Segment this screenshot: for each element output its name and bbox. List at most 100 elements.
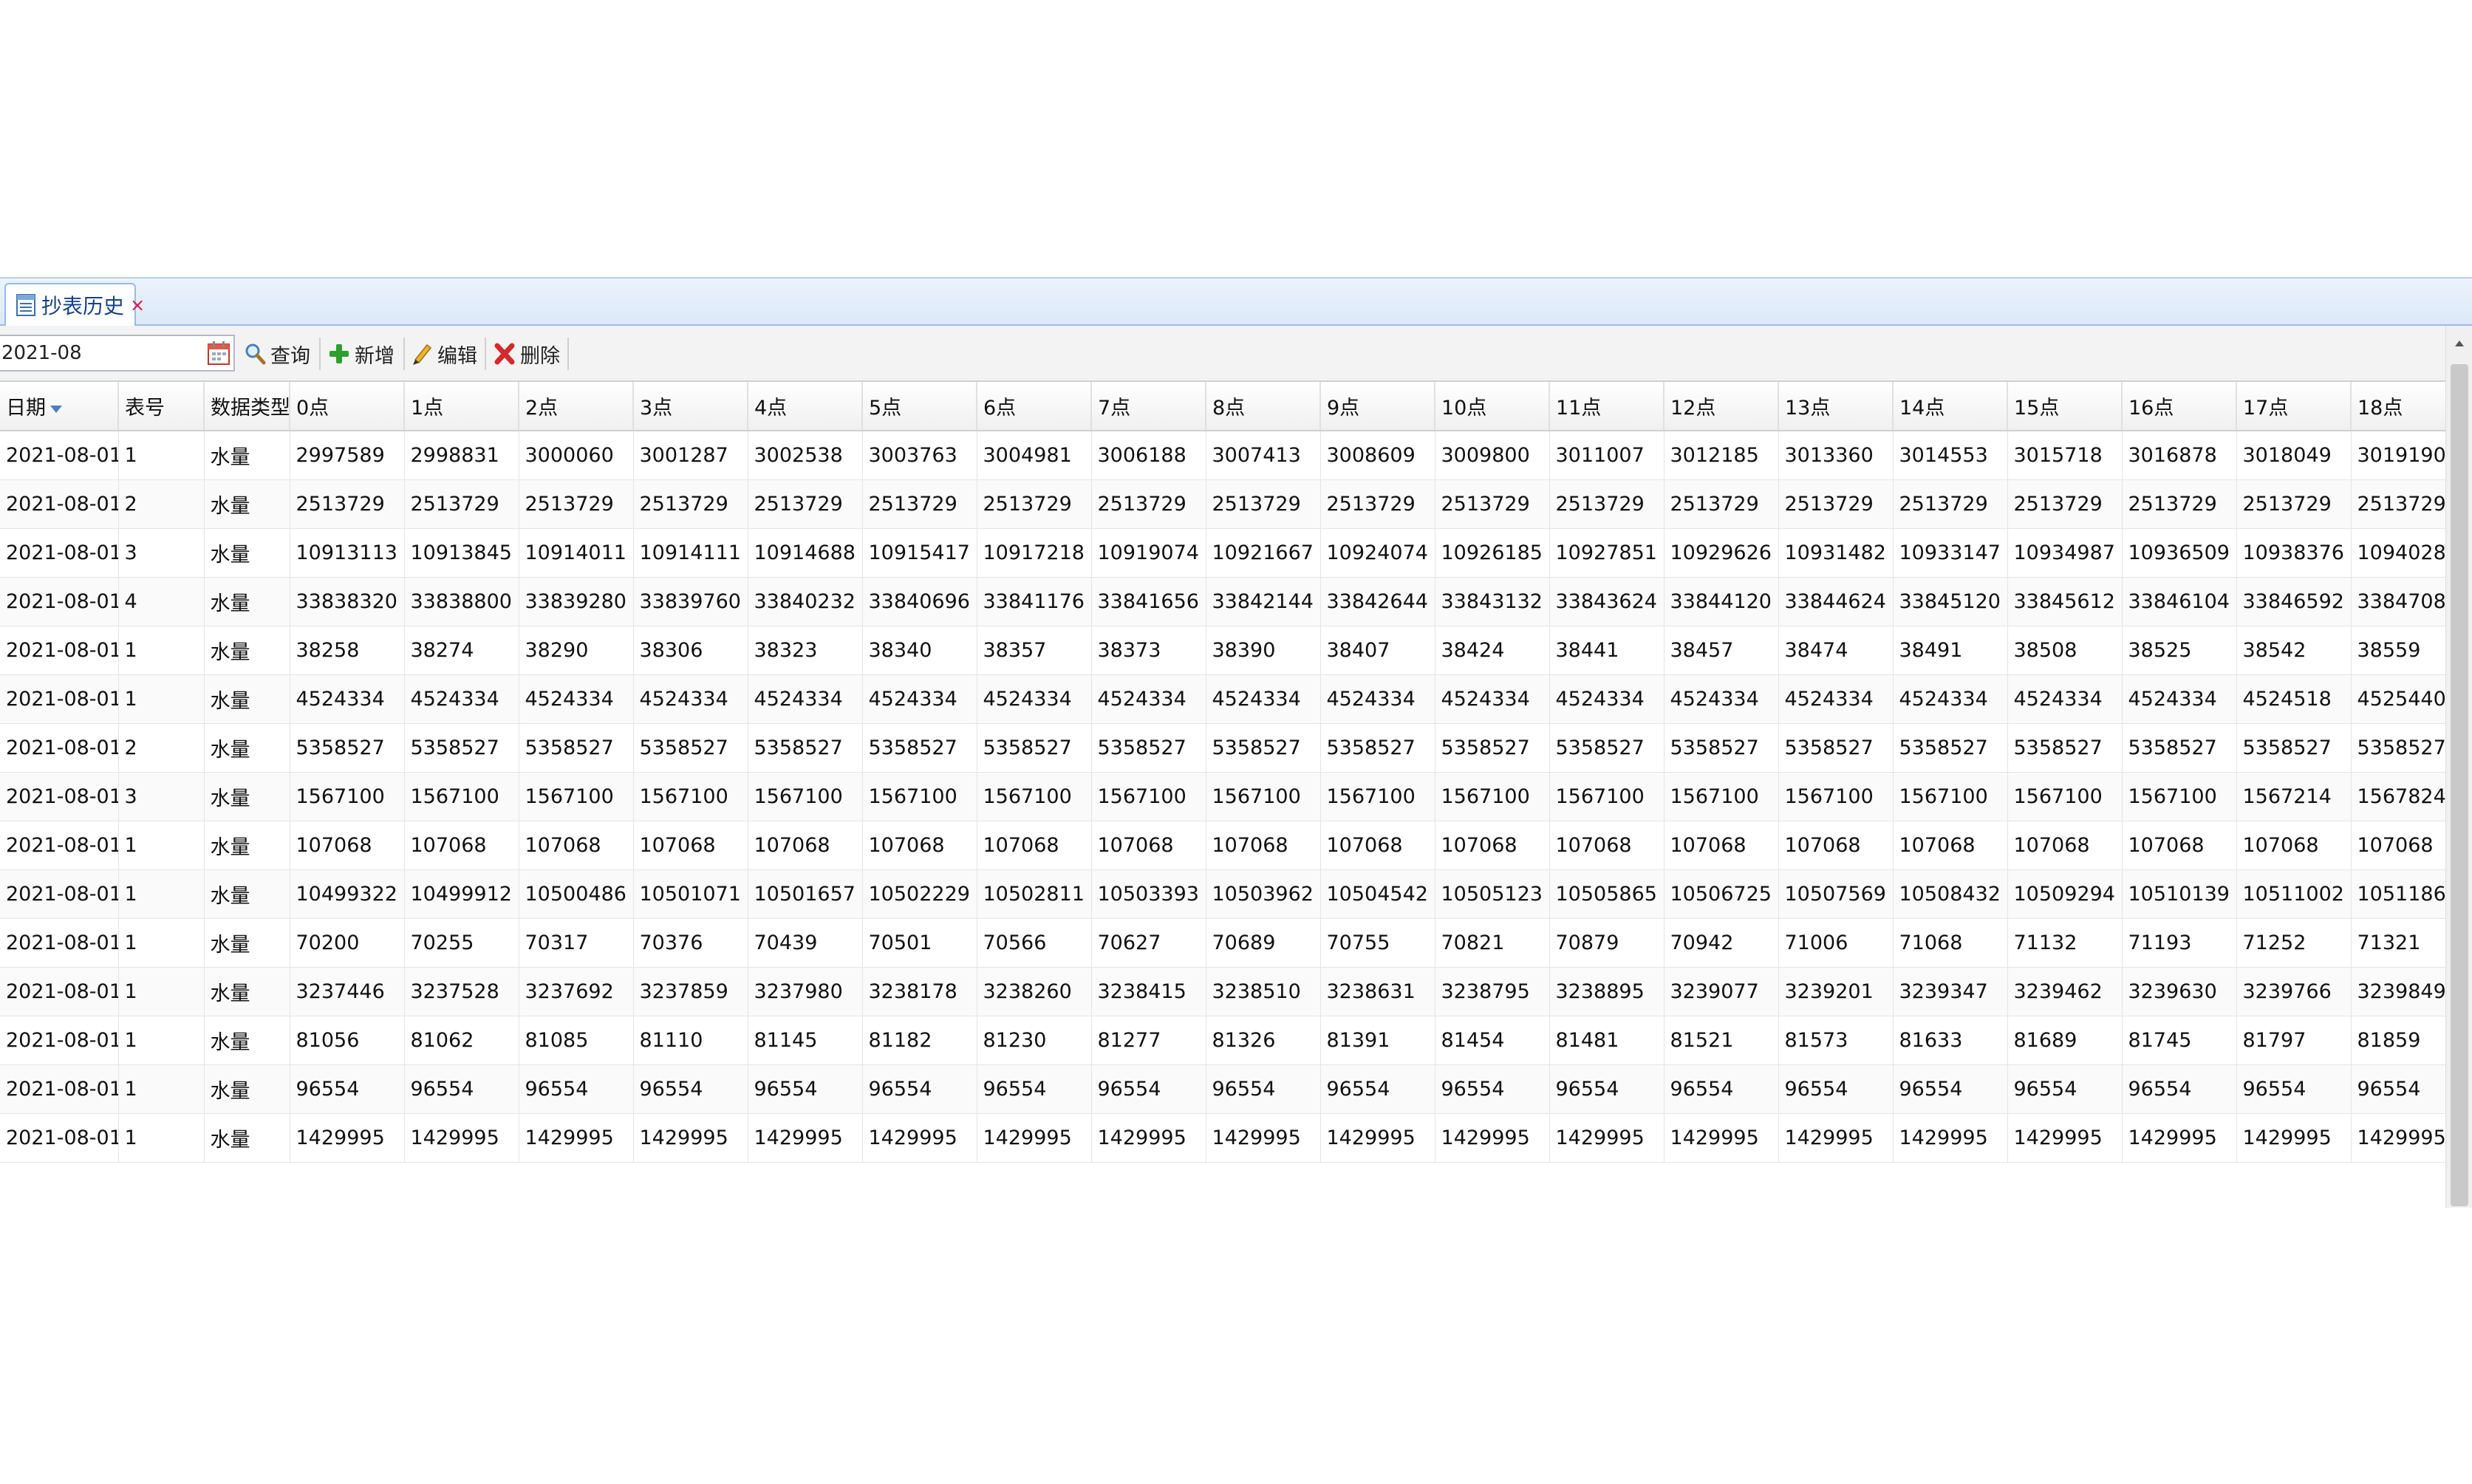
table-cell: 10921667: [1206, 528, 1321, 578]
column-header[interactable]: 14点: [1893, 382, 2008, 431]
table-cell: 96554: [2351, 1064, 2445, 1114]
table-cell: 96554: [1320, 1064, 1435, 1114]
table-cell: 38457: [1664, 626, 1779, 675]
table-row[interactable]: 2021-08-01 1 水量 70200 70255 70317 70376 70439 70…: [0, 918, 2445, 968]
column-header[interactable]: 15点: [2007, 382, 2123, 431]
close-icon[interactable]: ×: [130, 296, 145, 314]
table-cell: 33840232: [748, 577, 863, 626]
column-header[interactable]: 表号: [118, 382, 205, 431]
table-cell: 3239630: [2122, 967, 2237, 1016]
table-cell: 5358527: [633, 723, 748, 773]
table-cell: 2021-08-01: [0, 772, 119, 821]
table-cell: 38258: [290, 626, 405, 675]
table-cell: 81521: [1664, 1016, 1779, 1065]
table-cell: 70689: [1206, 918, 1321, 968]
table-cell: 10914111: [633, 528, 748, 578]
table-cell: 107068: [2351, 821, 2445, 870]
column-header[interactable]: 11点: [1549, 382, 1664, 431]
table-cell: 33846592: [2236, 577, 2352, 626]
scrollbar-thumb[interactable]: [2451, 364, 2468, 1206]
table-cell: 4524334: [2007, 674, 2123, 724]
table-row[interactable]: 2021-08-01 1 水量 2997589 2998831 3000060 300128…: [0, 431, 2445, 480]
table-cell: 2021-08-01: [0, 1113, 119, 1163]
table-cell: 1567100: [2007, 772, 2123, 821]
column-header[interactable]: 0点: [290, 382, 405, 431]
table-row[interactable]: 2021-08-01 1 水量 38258 38274 38290 38306 38323 38…: [0, 626, 2445, 675]
edit-button[interactable]: 编辑: [411, 335, 477, 373]
table-cell: 10502229: [862, 869, 977, 919]
table-cell: 10919074: [1091, 528, 1206, 578]
pencil-icon: [411, 342, 433, 366]
table-row[interactable]: 2021-08-01 3 水量 1567100 1567100 1567100 156710…: [0, 772, 2445, 821]
column-header-label: 2点: [525, 397, 559, 420]
table-row[interactable]: 2021-08-01 1 水量 81056 81062 81085 81110 81145 81…: [0, 1016, 2445, 1065]
toolbar-divider: [319, 338, 321, 370]
table-cell: 2513729: [1893, 479, 2008, 529]
column-header[interactable]: 13点: [1778, 382, 1894, 431]
table-cell: 81182: [862, 1016, 977, 1065]
column-header[interactable]: 7点: [1091, 382, 1206, 431]
table-cell: 81326: [1206, 1016, 1321, 1065]
column-header[interactable]: 4点: [748, 382, 863, 431]
column-header[interactable]: 9点: [1320, 382, 1435, 431]
table-cell: 3238895: [1549, 967, 1664, 1016]
table-cell: 4524334: [977, 674, 1092, 724]
table-cell: 10501071: [633, 869, 748, 919]
delete-button[interactable]: 删除: [494, 335, 560, 373]
table-cell: 96554: [404, 1064, 519, 1114]
table-cell: 1429995: [404, 1113, 519, 1163]
table-cell: 3238415: [1091, 967, 1206, 1016]
column-header[interactable]: 16点: [2122, 382, 2237, 431]
column-header[interactable]: 12点: [1664, 382, 1779, 431]
date-field[interactable]: [0, 335, 235, 372]
scroll-up-arrow-icon[interactable]: [2446, 329, 2472, 358]
column-header[interactable]: 10点: [1435, 382, 1550, 431]
column-header[interactable]: 17点: [2236, 382, 2352, 431]
table-row[interactable]: 2021-08-01 2 水量 2513729 2513729 2513729 251372…: [0, 479, 2445, 529]
table-cell: 5358527: [404, 723, 519, 773]
date-input[interactable]: [0, 336, 201, 370]
table-cell: 5358527: [2351, 723, 2445, 773]
table-cell: 3002538: [748, 431, 863, 480]
column-header[interactable]: 数据类型: [204, 382, 290, 431]
table-cell: 2021-08-01: [0, 528, 119, 578]
column-header[interactable]: 6点: [977, 382, 1092, 431]
table-row[interactable]: 2021-08-01 4 水量 33838320 33838800 33839280 338…: [0, 577, 2445, 626]
table-row[interactable]: 2021-08-01 1 水量 107068 107068 107068 107068 107…: [0, 821, 2445, 870]
query-label: 查询: [270, 344, 310, 368]
table-cell: 10508432: [1893, 869, 2008, 919]
table-row[interactable]: 2021-08-01 3 水量 10913113 10913845 10914011 109…: [0, 528, 2445, 578]
table-cell: 70255: [404, 918, 519, 968]
table-cell: 107068: [862, 821, 977, 870]
table-row[interactable]: 2021-08-01 1 水量 3237446 3237528 3237692 323785…: [0, 967, 2445, 1016]
calendar-icon[interactable]: [207, 341, 231, 366]
table-cell: 水量: [204, 967, 290, 1016]
table-cell: 10509294: [2007, 869, 2123, 919]
table-cell: 71132: [2007, 918, 2123, 968]
table-cell: 1567100: [862, 772, 977, 821]
table-row[interactable]: 2021-08-01 2 水量 5358527 5358527 5358527 535852…: [0, 723, 2445, 773]
table-row[interactable]: 2021-08-01 1 水量 10499322 10499912 10500486 105…: [0, 869, 2445, 919]
table-row[interactable]: 2021-08-01 1 水量 1429995 1429995 1429995 142999…: [0, 1113, 2445, 1163]
column-header[interactable]: 5点: [862, 382, 977, 431]
tab-meter-history[interactable]: 抄表历史 ×: [4, 283, 145, 326]
column-header[interactable]: 3点: [633, 382, 748, 431]
column-header[interactable]: 8点: [1206, 382, 1321, 431]
table-cell: 2513729: [404, 479, 519, 529]
query-button[interactable]: 查询: [244, 335, 310, 373]
table-cell: 水量: [204, 577, 290, 626]
column-header[interactable]: 1点: [404, 382, 519, 431]
add-button[interactable]: 新增: [328, 335, 395, 373]
table-row[interactable]: 2021-08-01 1 水量 4524334 4524334 4524334 452433…: [0, 674, 2445, 724]
table-cell: 33843132: [1435, 577, 1550, 626]
table-cell: 1567100: [404, 772, 519, 821]
table-cell: 水量: [204, 1113, 290, 1163]
delete-label: 删除: [520, 344, 560, 368]
table-cell: 81573: [1778, 1016, 1894, 1065]
column-header[interactable]: 18点: [2351, 382, 2445, 431]
column-header[interactable]: 2点: [519, 382, 634, 431]
column-header-label: 日期: [6, 397, 46, 420]
table-row[interactable]: 2021-08-01 1 水量 96554 96554 96554 96554 96554 96…: [0, 1064, 2445, 1114]
column-header[interactable]: 日期: [0, 382, 119, 431]
vertical-scrollbar[interactable]: [2445, 326, 2472, 1208]
